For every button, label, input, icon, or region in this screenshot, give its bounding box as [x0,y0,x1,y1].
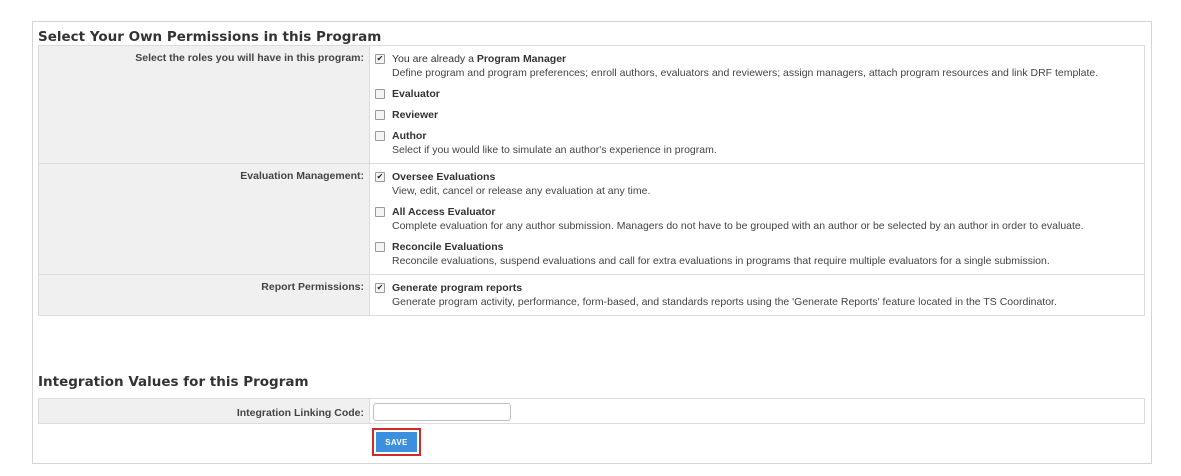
report-permissions-row: Report Permissions: ✔ Generate program r… [38,274,1145,316]
integration-code-label: Integration Linking Code: [38,398,370,424]
roles-row: Select the roles you will have in this p… [38,45,1145,164]
reconcile-evaluations-description: Reconcile evaluations, suspend evaluatio… [392,255,1050,267]
save-button-highlight: SAVE [372,428,421,456]
evaluator-title: Evaluator [392,88,440,100]
permissions-table: Select the roles you will have in this p… [38,45,1145,316]
generate-reports-checkbox[interactable]: ✔ [375,283,385,293]
option-program-manager: ✔ You are already a Program Manager Defi… [370,52,1140,80]
report-permissions-label: Report Permissions: [38,274,370,316]
author-title: Author [392,130,427,142]
integration-row: Integration Linking Code: [38,398,1145,424]
option-oversee-evaluations: ✔ Oversee Evaluations View, edit, cancel… [370,170,1140,198]
oversee-evaluations-checkbox[interactable]: ✔ [375,172,385,182]
program-manager-prefix: You are already a [392,53,477,65]
all-access-evaluator-description: Complete evaluation for any author submi… [392,220,1084,232]
option-author: Author Select if you would like to simul… [370,129,1140,157]
reviewer-title: Reviewer [392,109,439,121]
author-description: Select if you would like to simulate an … [392,144,717,156]
permissions-section-title: Select Your Own Permissions in this Prog… [38,29,382,45]
all-access-evaluator-checkbox[interactable] [375,207,385,217]
evaluation-management-row: Evaluation Management: ✔ Oversee Evaluat… [38,163,1145,275]
generate-reports-title: Generate program reports [392,282,523,294]
generate-reports-description: Generate program activity, performance, … [392,296,1057,308]
author-checkbox[interactable] [375,131,385,141]
option-reviewer: Reviewer [370,108,1140,122]
all-access-evaluator-title: All Access Evaluator [392,206,496,218]
evaluator-checkbox[interactable] [375,89,385,99]
integration-linking-code-input[interactable] [373,403,511,421]
option-all-access-evaluator: All Access Evaluator Complete evaluation… [370,205,1140,233]
option-reconcile-evaluations: Reconcile Evaluations Reconcile evaluati… [370,240,1140,268]
program-manager-title: Program Manager [476,53,567,65]
oversee-evaluations-description: View, edit, cancel or release any evalua… [392,185,651,197]
program-manager-checkbox[interactable]: ✔ [375,54,385,64]
evaluation-management-label: Evaluation Management: [38,163,370,275]
reconcile-evaluations-title: Reconcile Evaluations [392,241,504,253]
integration-table: Integration Linking Code: [38,398,1145,424]
option-generate-reports: ✔ Generate program reports Generate prog… [370,281,1140,309]
program-manager-description: Define program and program preferences; … [392,67,1099,79]
oversee-evaluations-title: Oversee Evaluations [392,171,496,183]
reconcile-evaluations-checkbox[interactable] [375,242,385,252]
save-button[interactable]: SAVE [376,432,417,452]
option-evaluator: Evaluator [370,87,1140,101]
integration-section-title: Integration Values for this Program [38,374,309,390]
roles-label: Select the roles you will have in this p… [38,45,370,164]
reviewer-checkbox[interactable] [375,110,385,120]
